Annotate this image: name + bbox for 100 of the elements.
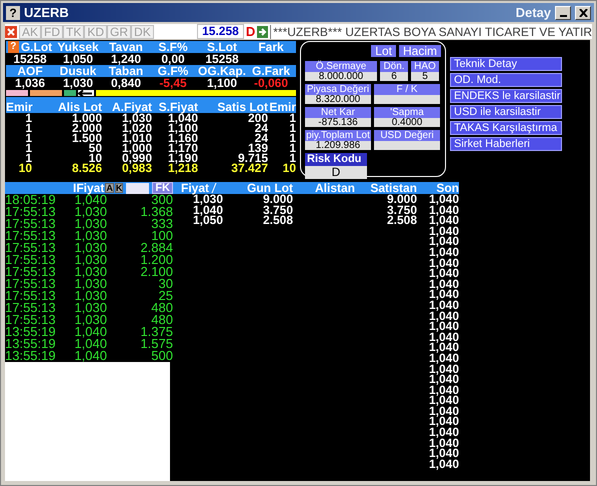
column-header: Yuksek [56,41,100,53]
table-cell-text: 1,040 [428,204,459,216]
close-icon[interactable] [5,26,17,38]
table-cell-text: 1,040 [73,338,107,350]
table-cell-text: 1.000 [72,113,102,123]
total-cell-text: 10 [282,163,296,173]
column-header: Alistan [314,182,355,194]
column-header: Satis Lot [216,101,268,113]
table-cell-text: 1,040 [192,204,224,216]
quote-value: 15258 [12,53,48,65]
table-cell-text: 2.100 [139,266,173,278]
column-header: Tavan [108,41,144,53]
minimize-icon [560,14,566,16]
action-button[interactable]: TAKAS Karşılaştırma [450,121,562,135]
table-cell-text: 1,040 [168,113,198,123]
value-field[interactable]: 15.258 [197,24,244,39]
table-cell-text: 1 [24,123,32,133]
table-cell-text: 17:55:13 [5,254,57,266]
table-cell-text: 1 [24,113,32,123]
action-button[interactable]: ENDEKS le karsilastir [450,89,562,103]
table-cell-text: 1,000 [120,143,152,153]
table-cell-text: 0,990 [120,153,152,163]
toggle-button[interactable]: Hacim [398,45,441,57]
table-cell-text: 30 [158,278,173,290]
sort-icon[interactable] [211,183,218,193]
table-cell-text: 1,040 [428,352,459,364]
table-cell-text: 10 [88,153,102,163]
table-cell-text: 17:55:13 [5,266,57,278]
quote-value: 0,840 [110,77,142,89]
table-cell-text: 17:55:13 [5,278,57,290]
table-cell-text: 1,040 [428,332,459,342]
table-cell-text: 1,040 [428,342,459,353]
field-value: 8.000.000 [305,72,377,81]
table-cell-text: 9.715 [238,153,268,163]
quote-value: 1,100 [206,77,238,89]
table-cell-text: 1.500 [70,133,102,143]
table-cell-text: 9.000 [262,194,293,205]
field-value: 0.4000 [374,118,440,127]
table-cell-text: 1.575 [139,338,173,350]
toggle-button[interactable]: Lot [371,45,396,57]
table-cell-text: 100 [151,230,173,242]
column-header: G.Fark [250,65,291,77]
close-button[interactable] [575,6,591,20]
table-cell-text: 200 [246,113,268,123]
help-button[interactable]: ? [6,6,20,20]
table-cell-text: 1,010 [120,133,152,143]
quote-value: 1,240 [110,53,142,65]
table-cell-text: 1,100 [166,123,198,133]
total-cell-text: 8.526 [70,163,102,173]
table-cell-text: 1,160 [166,133,198,143]
table-cell-text: 1,030 [73,254,107,266]
field-label: F / K [374,84,440,95]
action-button[interactable]: Sirket Haberleri [450,137,562,151]
total-cell-text: 37.427 [230,163,268,173]
column-header[interactable]: Fiyat [181,182,210,194]
total-cell-text: 0,983 [120,163,152,173]
column-header: IFiyat [73,182,104,195]
table-cell-text: 17:55:13 [5,206,57,218]
quote-value: -0,060 [252,77,290,89]
field-value: 6 [380,72,408,81]
table-cell-text: 17:55:13 [5,302,57,314]
help-button[interactable]: ? [8,41,19,53]
close-icon [578,8,588,16]
action-button[interactable]: Teknik Detay [450,57,562,71]
action-button[interactable]: USD ile karsilastir [450,105,562,119]
table-cell-text: 1 [24,133,32,143]
table-cell-text: 1,030 [73,278,107,290]
table-cell-text: 1,040 [428,194,459,205]
field-label: 'Sapma [374,107,440,118]
table-cell-text: 1,040 [428,300,459,311]
table-cell-text: 480 [150,302,173,314]
table-cell-text: 1,040 [428,395,459,406]
table-cell-text: 1,040 [428,258,459,268]
column-header: Gun Lot [246,182,293,194]
table-cell-text: 1,040 [428,226,459,236]
quote-value: 1,030 [62,77,94,89]
table-cell-text: 1,040 [428,364,459,374]
table-cell-text: 17:55:13 [5,290,57,302]
table-cell-text: 1,030 [73,218,107,230]
table-cell-text: 500 [151,350,173,362]
arrow-icon[interactable] [78,90,94,96]
table-cell-text: 480 [151,314,173,326]
minimize-button[interactable] [555,6,571,20]
header-button[interactable]: A [105,183,114,193]
column-header: OG.Kap. [196,65,247,77]
filter-button[interactable]: FK [152,182,173,194]
table-cell-text: 1,040 [74,194,107,206]
table-cell-text: 300 [151,194,173,206]
quote-value: -5,45 [158,77,188,89]
table-cell-text: 1,040 [428,427,459,438]
header-button[interactable]: K [114,183,124,193]
table-cell-text: 18:05:19 [5,194,57,206]
table-cell-text: 1,040 [428,278,459,290]
filter-field[interactable] [126,182,150,194]
field-label: Dön. [380,61,408,72]
quote-value: 1,036 [14,77,46,89]
table-cell-text: 1 [288,123,296,133]
total-cell-text: 1,218 [166,163,198,173]
table-cell-text: 1,030 [73,242,107,254]
action-button[interactable]: OD. Mod. [450,73,562,87]
